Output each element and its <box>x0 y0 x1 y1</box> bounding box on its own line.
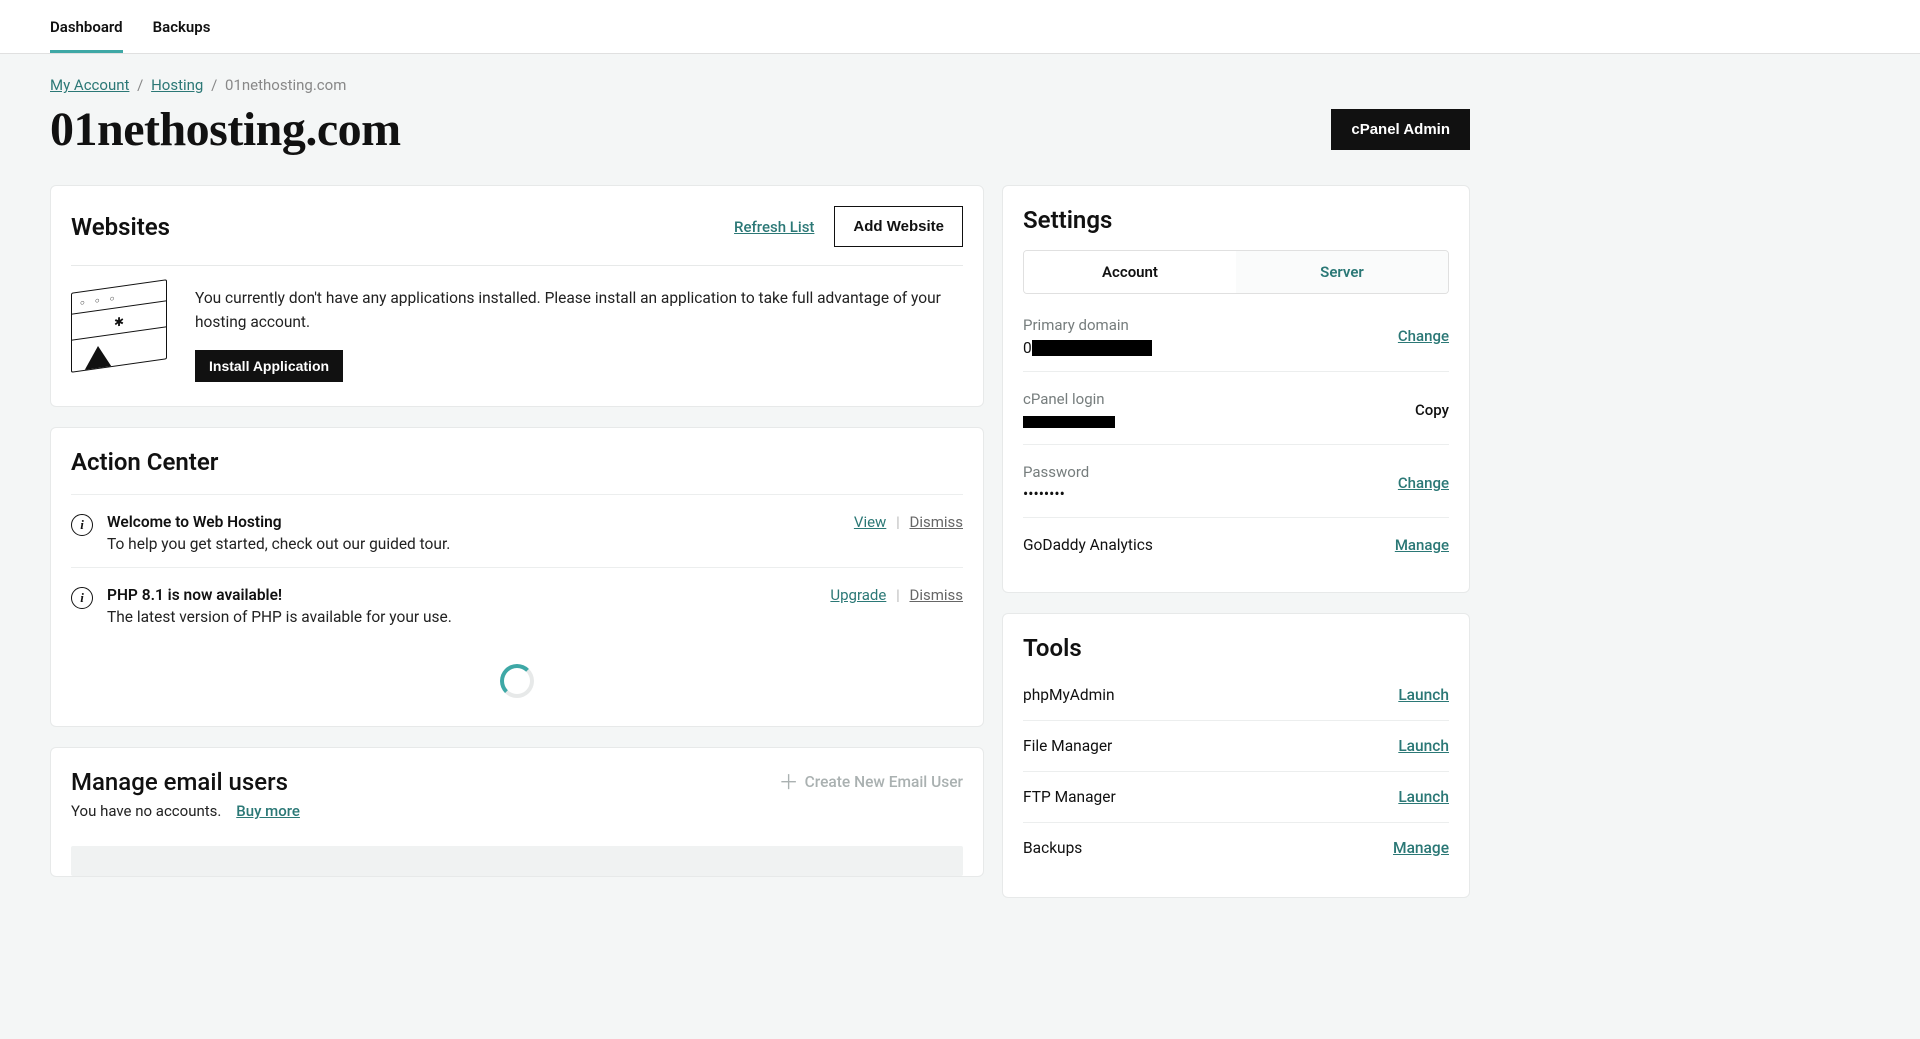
plus-icon: ＋ <box>779 772 799 792</box>
primary-domain-label: Primary domain <box>1023 316 1152 334</box>
add-website-button[interactable]: Add Website <box>834 206 963 247</box>
tool-name: Backups <box>1023 839 1082 857</box>
buy-more-link[interactable]: Buy more <box>236 802 300 820</box>
action-center-heading: Action Center <box>71 448 963 476</box>
password-label: Password <box>1023 463 1089 481</box>
email-table-placeholder <box>71 846 963 876</box>
top-tabs: Dashboard Backups <box>0 0 1920 54</box>
redacted-value <box>1023 416 1115 428</box>
websites-empty-message: You currently don't have any application… <box>195 286 963 334</box>
tab-backups[interactable]: Backups <box>153 0 211 53</box>
redacted-value <box>1032 340 1152 356</box>
websites-heading: Websites <box>71 213 170 241</box>
page-title: 01nethosting.com <box>50 102 401 157</box>
action-item-title: PHP 8.1 is now available! <box>107 586 830 604</box>
info-icon: i <box>71 514 93 536</box>
tool-name: File Manager <box>1023 737 1112 755</box>
change-password-link[interactable]: Change <box>1398 474 1449 492</box>
settings-tab-account[interactable]: Account <box>1024 251 1236 293</box>
settings-tab-server[interactable]: Server <box>1236 251 1448 293</box>
change-domain-link[interactable]: Change <box>1398 327 1449 345</box>
breadcrumb-current: 01nethosting.com <box>225 76 346 94</box>
email-heading: Manage email users <box>71 768 288 796</box>
tool-name: phpMyAdmin <box>1023 686 1115 704</box>
action-item-desc: To help you get started, check out our g… <box>107 535 854 553</box>
email-users-card: Manage email users ＋ Create New Email Us… <box>50 747 984 877</box>
analytics-label: GoDaddy Analytics <box>1023 536 1153 554</box>
empty-state-illustration: ○ ○ ○ ✱ <box>71 279 167 372</box>
action-center-card: Action Center i Welcome to Web Hosting T… <box>50 427 984 727</box>
manage-analytics-link[interactable]: Manage <box>1395 536 1449 554</box>
cpanel-login-label: cPanel login <box>1023 390 1115 408</box>
tab-dashboard[interactable]: Dashboard <box>50 0 123 53</box>
tool-launch-link[interactable]: Launch <box>1398 788 1449 806</box>
action-dismiss-link[interactable]: Dismiss <box>909 586 963 604</box>
action-dismiss-link[interactable]: Dismiss <box>909 513 963 531</box>
tools-heading: Tools <box>1023 634 1449 662</box>
action-item-desc: The latest version of PHP is available f… <box>107 608 830 626</box>
action-item: i Welcome to Web Hosting To help you get… <box>71 494 963 567</box>
breadcrumb: My Account / Hosting / 01nethosting.com <box>50 76 1470 94</box>
settings-heading: Settings <box>1023 206 1449 234</box>
settings-card: Settings Account Server Primary domain 0… <box>1002 185 1470 593</box>
action-item-title: Welcome to Web Hosting <box>107 513 854 531</box>
breadcrumb-my-account[interactable]: My Account <box>50 76 129 94</box>
password-masked: •••••••• <box>1023 485 1089 503</box>
create-email-user-button[interactable]: ＋ Create New Email User <box>779 772 963 792</box>
cpanel-admin-button[interactable]: cPanel Admin <box>1331 109 1470 150</box>
tool-manage-link[interactable]: Manage <box>1393 839 1449 857</box>
tool-launch-link[interactable]: Launch <box>1398 686 1449 704</box>
info-icon: i <box>71 587 93 609</box>
breadcrumb-hosting[interactable]: Hosting <box>151 76 203 94</box>
action-item: i PHP 8.1 is now available! The latest v… <box>71 567 963 640</box>
loading-spinner-icon <box>500 664 534 698</box>
install-application-button[interactable]: Install Application <box>195 350 343 382</box>
tool-name: FTP Manager <box>1023 788 1116 806</box>
action-view-link[interactable]: View <box>854 513 886 531</box>
tools-card: Tools phpMyAdmin Launch File Manager Lau… <box>1002 613 1470 898</box>
copy-login-link[interactable]: Copy <box>1415 401 1449 419</box>
websites-card: Websites Refresh List Add Website ○ ○ ○ … <box>50 185 984 407</box>
action-upgrade-link[interactable]: Upgrade <box>830 586 886 604</box>
email-no-accounts: You have no accounts. <box>71 802 221 820</box>
tool-launch-link[interactable]: Launch <box>1398 737 1449 755</box>
refresh-list-link[interactable]: Refresh List <box>734 218 814 236</box>
